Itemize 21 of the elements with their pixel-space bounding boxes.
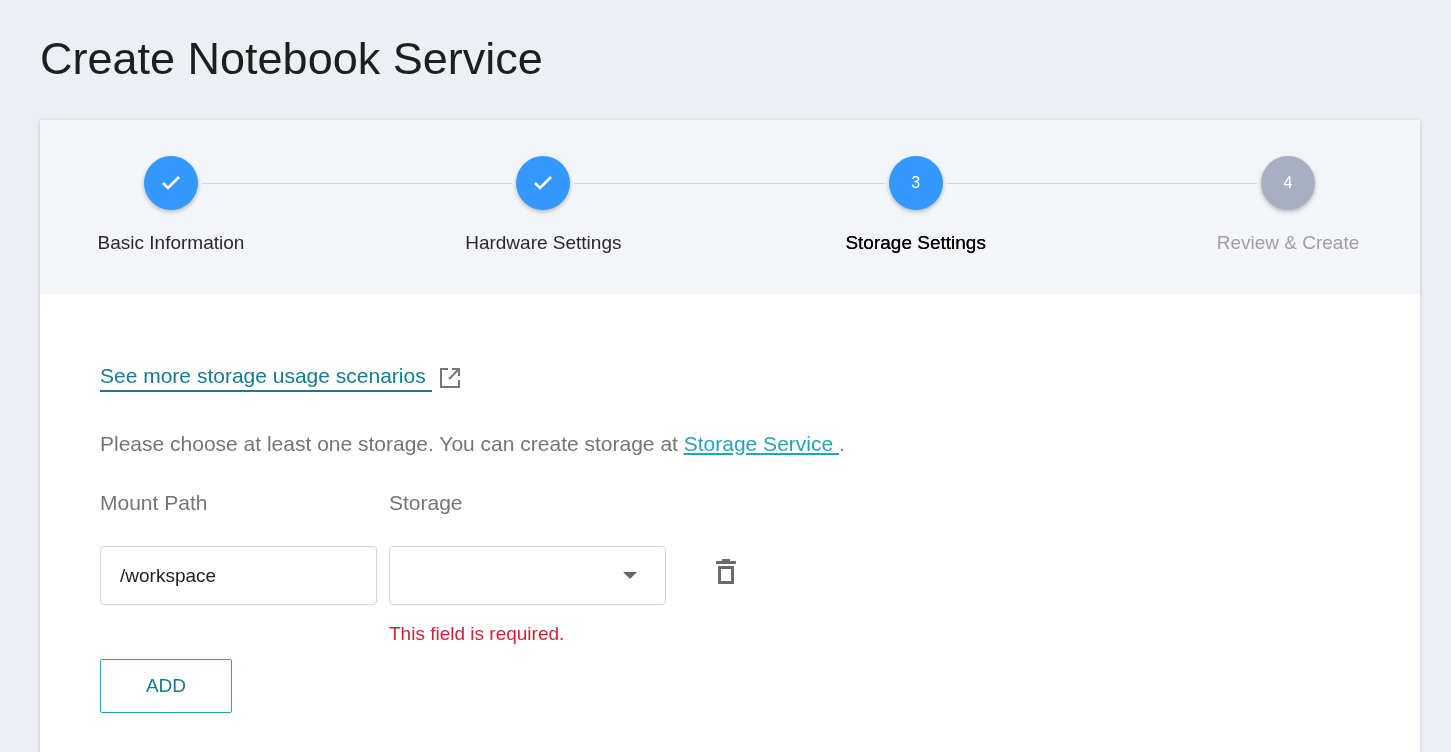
step-label: Review & Create bbox=[1215, 232, 1361, 254]
trash-icon bbox=[716, 558, 736, 584]
external-link-icon[interactable] bbox=[437, 366, 462, 390]
mount-path-input[interactable]: /workspace bbox=[100, 546, 377, 605]
column-label: Mount Path bbox=[100, 491, 209, 515]
delete-button[interactable] bbox=[716, 558, 736, 584]
check-icon bbox=[533, 175, 554, 191]
page-title: Create Notebook Service bbox=[40, 32, 544, 86]
storage-scenarios-link[interactable]: See more storage usage scenarios bbox=[100, 364, 432, 392]
check-icon bbox=[161, 175, 181, 191]
add-button[interactable]: ADD bbox=[100, 659, 232, 713]
column-label: Storage bbox=[389, 491, 464, 515]
step-label: Hardware Settings bbox=[464, 232, 623, 254]
error-message: This field is required. bbox=[389, 623, 566, 645]
step-number-circle: 4 bbox=[1261, 156, 1315, 210]
step-label: Storage Settings bbox=[844, 232, 987, 254]
storage-note: Please choose at least one storage. You can create storage at Storage Service . bbox=[100, 432, 846, 456]
step-number-circle: 3 bbox=[888, 156, 943, 210]
step-label: Basic Information bbox=[96, 232, 246, 254]
dropdown-caret-icon bbox=[623, 572, 637, 579]
storage-service-link[interactable]: Storage Service bbox=[683, 432, 839, 455]
